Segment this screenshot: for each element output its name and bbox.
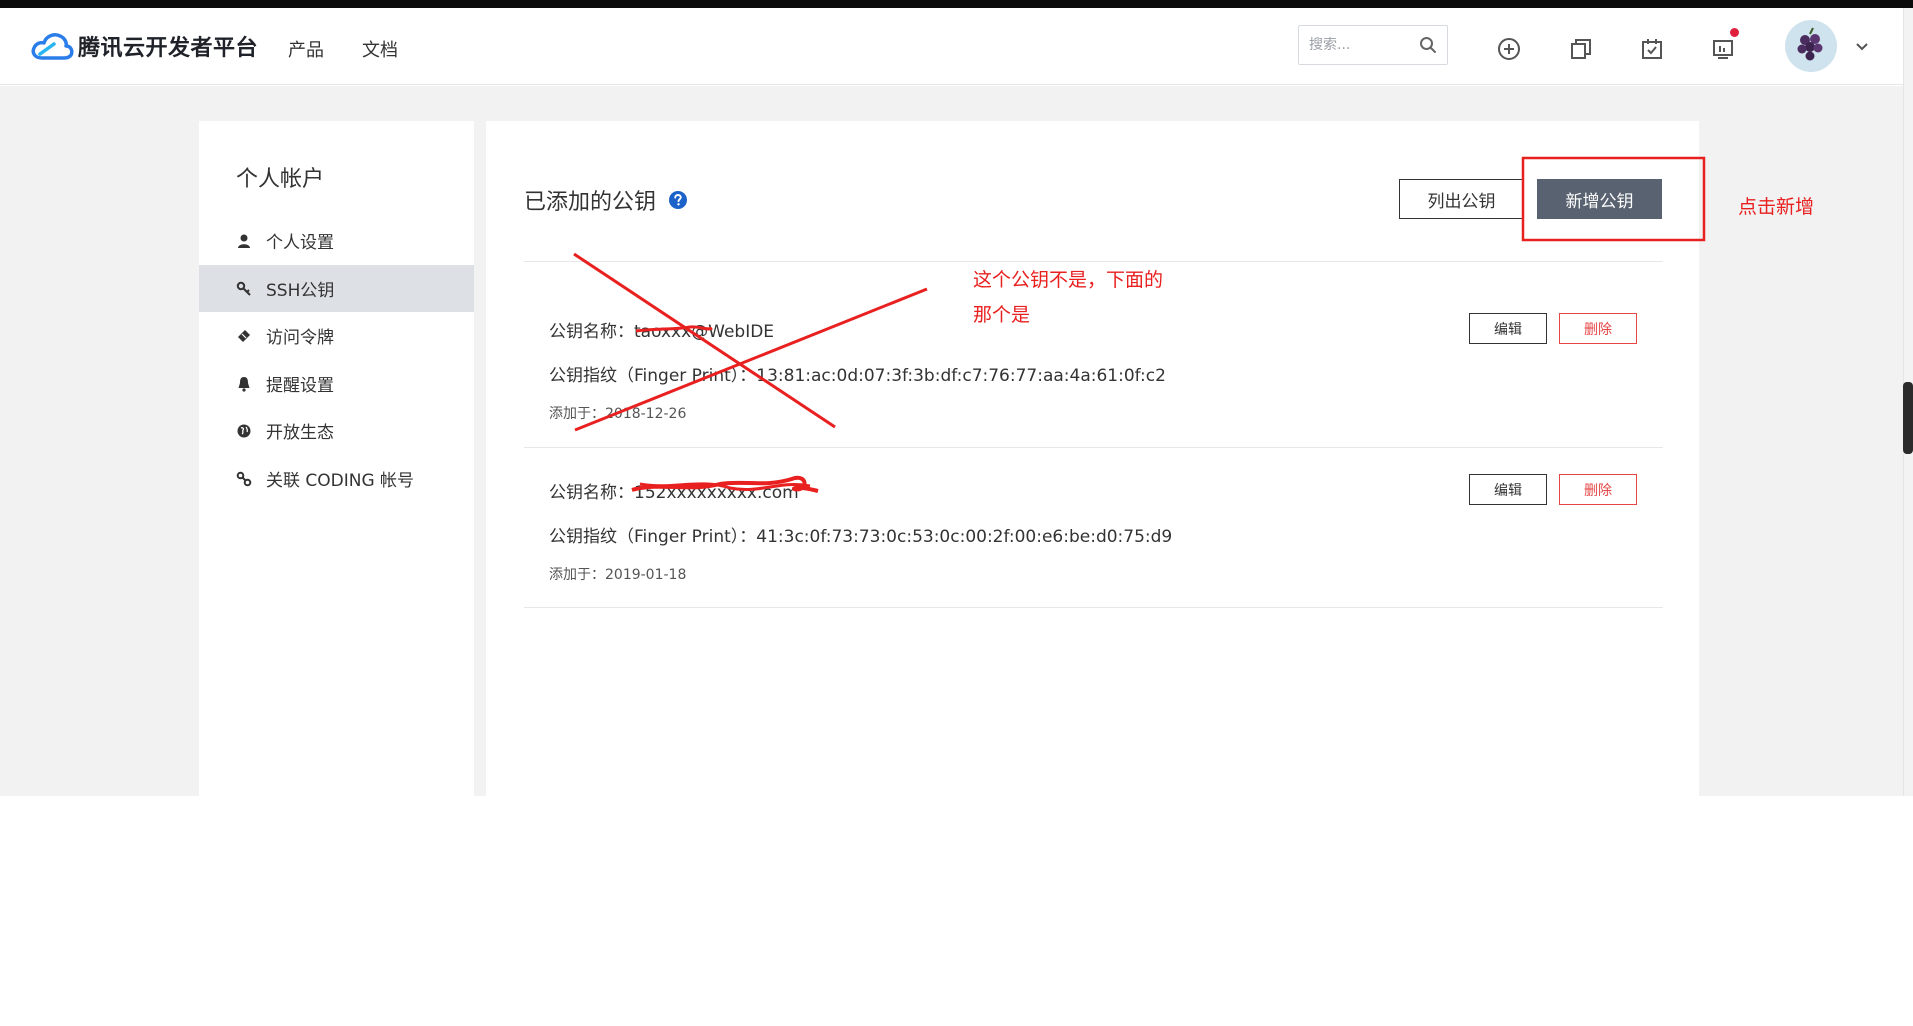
sidebar-item-label: 开放生态 (266, 423, 334, 443)
sidebar-item-reminders[interactable]: 提醒设置 (199, 360, 474, 407)
sidebar-item-label: SSH公钥 (266, 281, 335, 301)
sidebar-title: 个人帐户 (236, 167, 325, 192)
row-divider (524, 447, 1663, 448)
globe-icon (237, 424, 251, 437)
edit-key-button[interactable]: 编辑 (1469, 313, 1547, 344)
key-fingerprint: 公钥指纹（Finger Print）：13:81:ac:0d:07:3f:3b:… (549, 366, 1166, 386)
row-divider (524, 607, 1663, 608)
search-icon[interactable] (1419, 36, 1437, 54)
plus-circle-icon[interactable] (1495, 35, 1523, 63)
sidebar-item-link-coding[interactable]: 关联 CODING 帐号 (199, 455, 474, 502)
header-divider (524, 261, 1663, 262)
grapes-avatar-icon (1797, 27, 1823, 61)
annotation-note-line2: 那个是 (973, 304, 1031, 326)
presentation-icon[interactable] (1709, 35, 1737, 63)
annotation-note-line1: 这个公钥不是，下面的 (973, 269, 1164, 291)
nav-products[interactable]: 产品 (288, 36, 324, 62)
ticket-icon (238, 329, 250, 342)
brand-name: 腾讯云开发者平台 (78, 36, 259, 61)
edit-key-button[interactable]: 编辑 (1469, 474, 1547, 505)
key-added-date: 添加于：2018-12-26 (549, 406, 687, 422)
key-fingerprint: 公钥指纹（Finger Print）：41:3c:0f:73:73:0c:53:… (549, 527, 1173, 547)
sidebar-item-access-tokens[interactable]: 访问令牌 (199, 312, 474, 359)
brand-logo[interactable]: 腾讯云开发者平台 (30, 30, 258, 62)
sidebar-item-label: 访问令牌 (266, 328, 334, 348)
key-name: 公钥名称：taoxxx@WebIDE (549, 322, 775, 342)
window-top-strip (0, 0, 1913, 8)
delete-key-button[interactable]: 删除 (1559, 313, 1637, 344)
link-icon (236, 471, 252, 486)
scrollbar-thumb[interactable] (1903, 382, 1913, 454)
sidebar-item-ssh-keys[interactable]: SSH公钥 (199, 265, 474, 312)
copy-icon[interactable] (1567, 35, 1595, 63)
cloud-logo-icon (31, 33, 74, 60)
list-keys-button[interactable]: 列出公钥 (1399, 179, 1524, 219)
search-input[interactable] (1309, 35, 1414, 55)
sidebar-item-label: 个人设置 (266, 233, 334, 253)
annotation-click-add: 点击新增 (1738, 196, 1815, 218)
help-icon[interactable] (668, 190, 688, 210)
calendar-check-icon[interactable] (1638, 35, 1666, 63)
chevron-down-icon[interactable] (1854, 38, 1870, 54)
search-box (1298, 25, 1448, 65)
user-icon (238, 234, 250, 248)
sidebar-item-profile[interactable]: 个人设置 (199, 217, 474, 264)
notification-dot (1730, 28, 1739, 37)
add-key-button[interactable]: 新增公钥 (1537, 179, 1662, 219)
sidebar-item-label: 关联 CODING 帐号 (266, 471, 415, 491)
top-navbar: 腾讯云开发者平台 产品 文档 (0, 8, 1903, 85)
key-item: 公钥名称：152xxxxxxxxx.com 公钥指纹（Finger Print）… (524, 474, 1663, 638)
key-added-date: 添加于：2019-01-18 (549, 567, 687, 583)
key-icon (236, 281, 251, 296)
sidebar-item-open-ecosystem[interactable]: 开放生态 (199, 407, 474, 454)
bell-icon (238, 376, 250, 392)
delete-key-button[interactable]: 删除 (1559, 474, 1637, 505)
ssh-keys-panel: 已添加的公钥 列出公钥 新增公钥 公钥名称：taoxxx@WebIDE 公钥指纹… (486, 121, 1699, 796)
key-name: 公钥名称：152xxxxxxxxx.com (549, 483, 799, 503)
nav-docs[interactable]: 文档 (362, 36, 398, 62)
page-title-wrap: 已添加的公钥 (524, 184, 688, 216)
page-title: 已添加的公钥 (524, 190, 657, 215)
sidebar-item-label: 提醒设置 (266, 376, 334, 396)
avatar[interactable] (1785, 20, 1837, 72)
account-sidebar: 个人帐户 个人设置 SSH公钥 访问令牌 提醒设置 开放生态 关联 CODING… (199, 121, 474, 796)
key-item: 公钥名称：taoxxx@WebIDE 公钥指纹（Finger Print）：13… (524, 313, 1663, 477)
